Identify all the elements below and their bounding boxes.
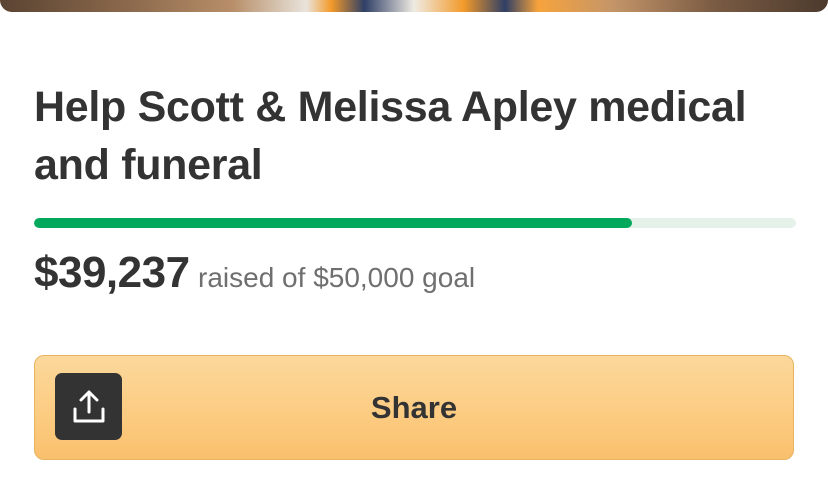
share-button-label: Share [370,389,458,425]
donation-progress-fill [34,218,632,228]
campaign-title: Help Scott & Melissa Apley medical and f… [34,83,747,189]
donation-summary: $39,237 raised of $50,000 goal [34,248,475,298]
goal-text: raised of $50,000 goal [198,262,476,293]
campaign-hero-image [0,0,828,12]
share-icon [55,373,122,440]
raised-amount: $39,237 [34,248,190,297]
donation-progress-bar [34,218,796,228]
share-button[interactable]: Share [34,355,794,460]
